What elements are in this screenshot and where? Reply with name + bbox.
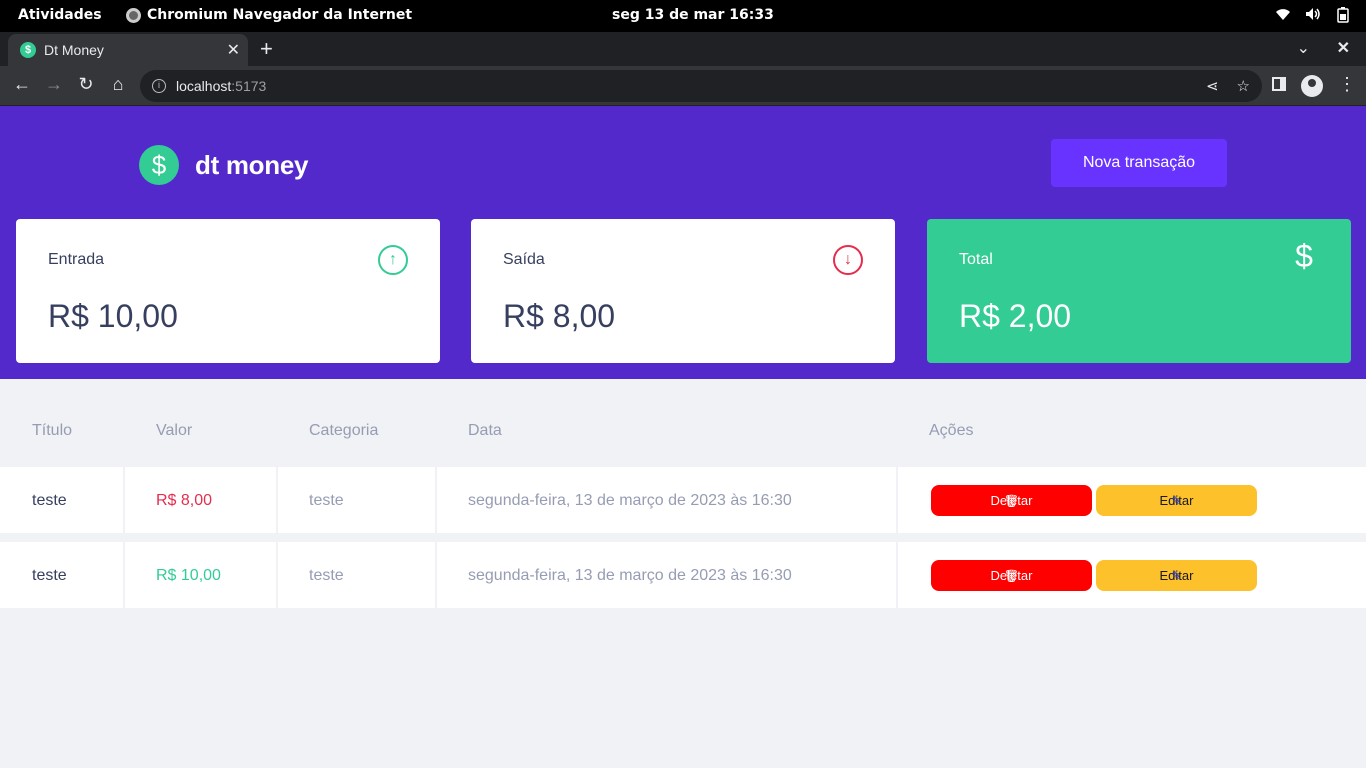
logo: $ dt money <box>139 145 308 185</box>
cell-divider <box>276 467 278 533</box>
battery-icon <box>1334 7 1352 27</box>
income-value: R$ 10,00 <box>48 298 178 334</box>
table-row: teste R$ 10,00 teste segunda-feira, 13 d… <box>0 542 1366 608</box>
column-header-amount: Valor <box>156 422 193 439</box>
cell-divider <box>896 467 898 533</box>
outcome-value: R$ 8,00 <box>503 298 616 334</box>
edit-button[interactable]: Editar ✎ <box>1096 485 1257 516</box>
site-info-icon[interactable]: i <box>152 79 166 93</box>
row-category: teste <box>309 567 344 584</box>
app-header: $ dt money Nova transação Entrada ↑ R$ 1… <box>0 106 1366 379</box>
arrow-up-circle-icon: ↑ <box>378 245 408 275</box>
app-name-label: Chromium Navegador da Internet <box>147 7 413 23</box>
new-tab-plus-icon[interactable]: + <box>260 36 273 62</box>
new-transaction-button[interactable]: Nova transação <box>1051 139 1227 187</box>
tab-title: Dt Money <box>44 42 104 58</box>
bookmark-star-icon[interactable]: ☆ <box>1237 77 1250 95</box>
cell-divider <box>123 467 125 533</box>
tab-close-icon[interactable]: ✕ <box>227 40 240 60</box>
column-header-category: Categoria <box>309 422 379 439</box>
url-host: localhost <box>176 78 232 94</box>
trash-icon: 🗑 <box>1003 493 1020 508</box>
browser-toolbar: ← → ↻ ⌂ i localhost :5173 ⋖ ☆ ⋮ <box>0 66 1366 106</box>
forward-arrow-icon[interactable]: → <box>42 74 66 95</box>
total-card: Total $ R$ 2,00 <box>927 219 1351 363</box>
row-amount: R$ 8,00 <box>156 492 213 509</box>
row-date: segunda-feira, 13 de março de 2023 às 16… <box>468 492 792 509</box>
logo-text: dt money <box>195 149 309 180</box>
back-arrow-icon[interactable]: ← <box>10 74 34 95</box>
pencil-icon: ✎ <box>1171 493 1182 508</box>
clock[interactable]: seg 13 de mar 16:33 <box>612 7 774 23</box>
column-header-title: Título <box>32 422 73 439</box>
outcome-label: Saída <box>503 251 545 268</box>
url-port: :5173 <box>231 78 267 94</box>
delete-button[interactable]: Deletar 🗑 <box>931 485 1092 516</box>
kebab-menu-icon[interactable]: ⋮ <box>1338 74 1356 95</box>
row-title: teste <box>32 492 67 509</box>
app-menu[interactable]: Chromium Navegador da Internet <box>126 7 412 23</box>
reload-icon[interactable]: ↻ <box>74 74 98 95</box>
cell-divider <box>896 542 898 608</box>
outcome-card: Saída ↓ R$ 8,00 <box>471 219 895 363</box>
browser-tab[interactable]: $ Dt Money ✕ <box>8 34 248 66</box>
activities-button[interactable]: Atividades <box>18 7 102 23</box>
chromium-icon <box>126 7 141 23</box>
dollar-sign-icon: $ <box>1295 237 1313 274</box>
system-top-bar: Atividades Chromium Navegador da Interne… <box>0 0 1366 32</box>
cell-divider <box>435 467 437 533</box>
dollar-logo-icon: $ <box>139 145 179 185</box>
address-bar[interactable]: i localhost :5173 ⋖ ☆ <box>140 70 1262 102</box>
system-tray[interactable] <box>1274 7 1352 27</box>
total-value: R$ 2,00 <box>959 298 1072 334</box>
tab-search-chevron-icon[interactable]: ⌄ <box>1297 38 1310 58</box>
share-icon[interactable]: ⋖ <box>1206 77 1219 95</box>
delete-button[interactable]: Deletar 🗑 <box>931 560 1092 591</box>
pencil-icon: ✎ <box>1171 568 1182 583</box>
arrow-down-circle-icon: ↓ <box>833 245 863 275</box>
row-category: teste <box>309 492 344 509</box>
profile-avatar-icon[interactable] <box>1301 75 1323 97</box>
side-panel-icon[interactable] <box>1272 77 1286 91</box>
edit-button[interactable]: Editar ✎ <box>1096 560 1257 591</box>
tab-strip: $ Dt Money ✕ + ⌄ ✕ <box>0 32 1366 66</box>
column-header-actions: Ações <box>929 422 974 439</box>
home-icon[interactable]: ⌂ <box>106 74 130 95</box>
trash-icon: 🗑 <box>1003 568 1020 583</box>
table-row: teste R$ 8,00 teste segunda-feira, 13 de… <box>0 467 1366 533</box>
row-amount: R$ 10,00 <box>156 567 221 584</box>
row-date: segunda-feira, 13 de março de 2023 às 16… <box>468 567 792 584</box>
wifi-icon <box>1274 7 1292 27</box>
cell-divider <box>123 542 125 608</box>
window-close-icon[interactable]: ✕ <box>1337 38 1350 58</box>
income-label: Entrada <box>48 251 105 268</box>
cell-divider <box>435 542 437 608</box>
row-title: teste <box>32 567 67 584</box>
income-card: Entrada ↑ R$ 10,00 <box>16 219 440 363</box>
column-header-date: Data <box>468 422 502 439</box>
dollar-favicon-icon: $ <box>20 42 36 58</box>
total-label: Total <box>959 251 993 268</box>
cell-divider <box>276 542 278 608</box>
volume-icon <box>1304 7 1322 27</box>
table-header: Título Valor Categoria Data Ações <box>0 422 1366 442</box>
